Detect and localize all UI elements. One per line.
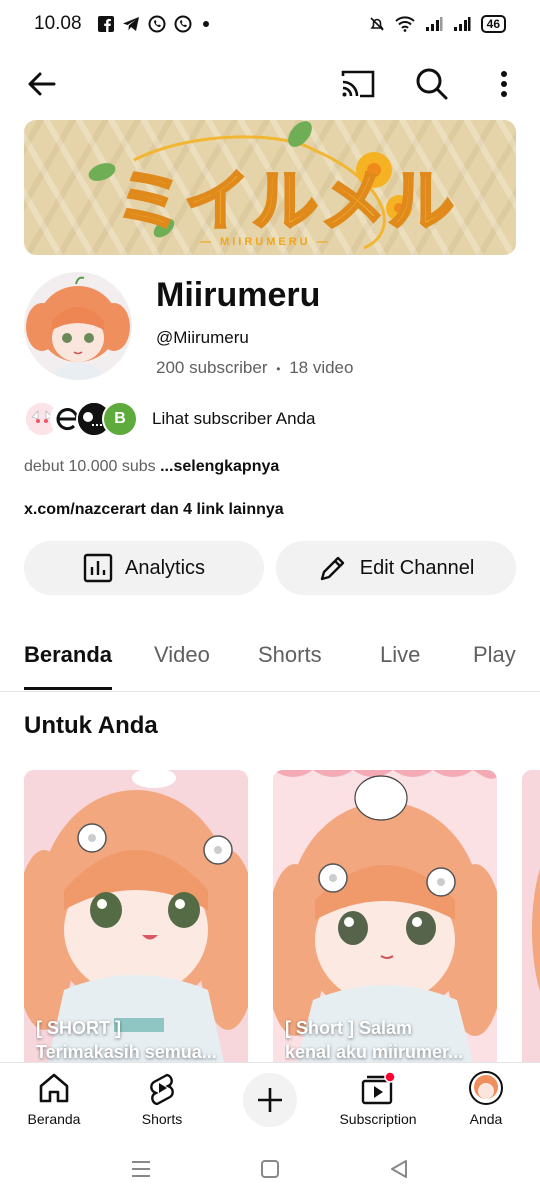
telegram-icon	[122, 17, 139, 31]
tab-shorts[interactable]: Shorts	[258, 642, 322, 668]
nav-subscription-label: Subscription	[339, 1111, 417, 1127]
pencil-icon	[320, 556, 344, 581]
plus-icon	[258, 1088, 282, 1112]
battery-indicator: 46	[480, 15, 506, 33]
shorts-icon	[150, 1073, 174, 1105]
short-card-1[interactable]: [ SHORT ] Terimakasih semua...	[24, 770, 248, 1062]
analytics-button[interactable]: Analytics	[24, 541, 264, 595]
analytics-label: Analytics	[124, 556, 206, 579]
channel-stats: 200 subscriber • 18 video	[156, 358, 353, 378]
whatsapp-business-icon	[174, 15, 192, 33]
wifi-icon	[394, 16, 415, 32]
short-title-1-line2: Terimakasih semua...	[36, 1042, 217, 1062]
nav-home-label: Beranda	[27, 1111, 81, 1127]
short-title-1: [ SHORT ] Terimakasih semua...	[36, 1016, 238, 1062]
view-subscribers-row[interactable]: B Lihat subscriber Anda	[24, 398, 316, 440]
tab-video[interactable]: Video	[154, 642, 210, 668]
status-time: 10.08	[34, 13, 82, 34]
back-button[interactable]	[24, 66, 60, 102]
nav-subscription[interactable]: Subscription	[328, 1071, 428, 1127]
system-navigation-bar	[0, 1144, 540, 1200]
short-card-2[interactable]: [ Short ] Salam kenal aku miirumer...	[273, 770, 497, 1062]
recent-apps-icon[interactable]	[130, 1158, 152, 1180]
channel-banner[interactable]: ミイルメル — MIIRUMERU —	[24, 120, 516, 255]
bottom-navigation: Beranda Shorts Subscription Anda	[0, 1062, 540, 1144]
create-button[interactable]	[243, 1073, 297, 1127]
banner-subtitle: — MIIRUMERU —	[200, 236, 331, 248]
channel-avatar[interactable]	[24, 272, 132, 380]
stats-separator: •	[276, 362, 281, 376]
nav-shorts[interactable]: Shorts	[112, 1071, 212, 1127]
channel-name: Miirumeru	[156, 276, 321, 314]
channel-description[interactable]: debut 10.000 subs ...selengkapnya	[24, 458, 279, 476]
short-card-3-partial[interactable]	[522, 770, 540, 1062]
description-text: debut 10.000 subs	[24, 458, 161, 475]
signal-icon-2	[453, 17, 471, 31]
short-title-2-line2: kenal aku miirumer...	[285, 1042, 464, 1062]
tab-beranda[interactable]: Beranda	[24, 642, 112, 668]
section-title: Untuk Anda	[24, 712, 158, 739]
video-count: 18 video	[289, 358, 354, 377]
profile-avatar-icon	[469, 1071, 503, 1105]
short-title-2-line1: [ Short ] Salam	[285, 1018, 413, 1038]
tab-live[interactable]: Live	[380, 642, 420, 668]
more-notifications-dot	[202, 21, 209, 27]
search-button[interactable]	[414, 66, 450, 102]
more-options-button[interactable]	[486, 66, 522, 102]
home-square-icon[interactable]	[260, 1158, 280, 1180]
tab-playlist[interactable]: Play	[473, 642, 516, 668]
back-triangle-icon[interactable]	[388, 1158, 410, 1180]
home-icon	[39, 1073, 69, 1103]
read-more-link[interactable]: ...selengkapnya	[160, 458, 279, 475]
analytics-icon	[83, 553, 113, 583]
nav-you-label: Anda	[469, 1111, 503, 1127]
short-title-2: [ Short ] Salam kenal aku miirumer...	[285, 1016, 487, 1062]
cast-button[interactable]	[340, 66, 376, 102]
nav-home[interactable]: Beranda	[4, 1071, 104, 1127]
avatar-illustration	[24, 272, 132, 380]
banner-title: ミイルメル	[115, 162, 456, 242]
signal-icon	[425, 17, 443, 31]
whatsapp-icon	[148, 15, 166, 33]
system-indicators: 46	[369, 15, 506, 33]
nav-you[interactable]: Anda	[436, 1071, 536, 1127]
facebook-icon	[97, 16, 114, 32]
edit-channel-label: Edit Channel	[359, 556, 475, 579]
mute-bell-icon	[370, 17, 384, 31]
status-bar: 10.08 46	[0, 0, 540, 48]
search-icon	[416, 68, 448, 100]
short-thumbnail-3	[522, 770, 540, 1062]
active-tab-indicator	[24, 687, 112, 690]
cast-icon	[341, 70, 375, 98]
channel-tabs: Beranda Video Shorts Live Play	[0, 630, 540, 692]
channel-handle: @Miirumeru	[156, 328, 249, 347]
subscriber-count: 200 subscriber	[156, 358, 268, 377]
edit-channel-button[interactable]: Edit Channel	[276, 541, 516, 595]
nav-shorts-label: Shorts	[141, 1111, 183, 1127]
more-vert-icon	[501, 71, 507, 97]
top-app-bar	[0, 56, 540, 112]
view-subscribers-link[interactable]: Lihat subscriber Anda	[152, 409, 316, 429]
short-title-1-line1: [ SHORT ]	[36, 1018, 121, 1038]
channel-links[interactable]: x.com/nazcerart dan 4 link lainnya	[24, 501, 284, 519]
subscriptions-icon	[361, 1071, 396, 1105]
subscriber-avatar-4: B	[102, 401, 138, 437]
notification-icons	[97, 15, 212, 33]
arrow-left-icon	[28, 72, 56, 96]
